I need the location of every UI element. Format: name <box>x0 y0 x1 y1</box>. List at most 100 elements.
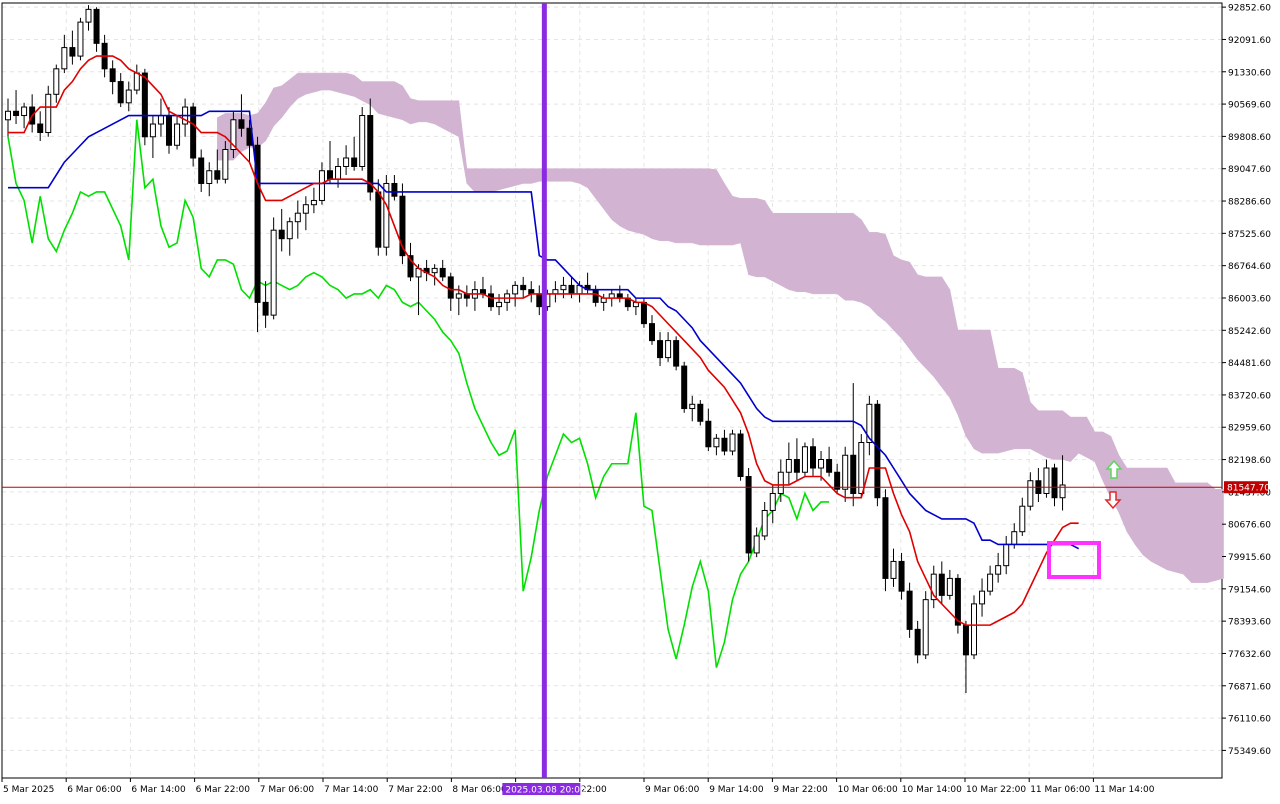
cloud-segment <box>1062 410 1071 462</box>
candle-body <box>166 115 172 146</box>
time-tick-label: 10 Mar 22:00 <box>966 785 1026 795</box>
cloud-segment <box>748 198 757 278</box>
price-tick-label: 76110.60 <box>1228 715 1271 725</box>
cloud-segment <box>450 100 460 138</box>
cloud-segment <box>547 168 556 182</box>
cloud-segment <box>635 168 645 235</box>
cloud-segment <box>659 168 669 242</box>
marker-date-label: 2025.03.08 20:00 <box>505 786 586 796</box>
cloud-segment <box>788 212 798 293</box>
cloud-segment <box>812 212 822 295</box>
candle-body <box>874 403 881 499</box>
cloud-segment <box>1038 410 1047 458</box>
cloud-segment <box>692 168 701 246</box>
candle-body <box>286 221 293 240</box>
cloud-segment <box>700 168 709 246</box>
candle-body <box>512 284 519 295</box>
cloud-segment <box>732 195 741 246</box>
candle-body <box>335 165 342 180</box>
candle-body <box>745 475 752 554</box>
candle-body <box>673 340 680 367</box>
candle-body <box>85 8 92 23</box>
candle-body <box>310 199 317 206</box>
cloud-segment <box>305 72 315 95</box>
candle-body <box>488 293 494 308</box>
candle-body <box>665 340 672 359</box>
cloud-segment <box>893 255 902 340</box>
candle-body <box>649 323 655 342</box>
price-tick-label: 80676.60 <box>1228 521 1271 531</box>
cloud-segment <box>764 199 773 282</box>
candle-body <box>109 68 116 83</box>
candle-body <box>93 8 100 44</box>
time-tick-label: 5 Mar 2025 <box>3 785 54 795</box>
candle-body <box>13 110 20 117</box>
cloud-segment <box>434 100 443 129</box>
cloud-segment <box>853 212 862 303</box>
candle-body <box>278 229 285 240</box>
cloud-segment <box>675 168 685 244</box>
price-tick-label: 90569.60 <box>1228 101 1271 111</box>
candle-body <box>826 459 833 473</box>
time-tick-label: 11 Mar 14:00 <box>1094 785 1154 795</box>
candle-body <box>801 446 808 473</box>
price-tick-label: 75349.60 <box>1228 747 1271 757</box>
cloud-segment <box>965 329 975 450</box>
candle-body <box>77 21 84 57</box>
candle-body <box>713 437 720 448</box>
cloud-segment <box>1183 482 1192 584</box>
cloud-segment <box>563 168 572 182</box>
candle-body <box>37 123 44 134</box>
candle-body <box>149 123 156 138</box>
candle-body <box>455 293 462 299</box>
candle-body <box>21 106 28 117</box>
time-tick-label: 9 Mar 06:00 <box>645 785 700 795</box>
candle-body <box>206 170 213 184</box>
candle-body <box>657 340 664 359</box>
candle-body <box>536 293 543 308</box>
cloud-segment <box>1046 410 1055 460</box>
cloud-segment <box>337 72 347 95</box>
cloud-segment <box>981 329 991 454</box>
candle-body <box>222 149 229 180</box>
cloud-segment <box>780 212 790 291</box>
candle-body <box>810 446 816 469</box>
candle-body <box>1043 467 1050 494</box>
candle-body <box>922 599 929 656</box>
candle-body <box>496 301 503 308</box>
cloud-segment <box>1207 482 1216 583</box>
price-tick-label: 82959.60 <box>1228 424 1271 434</box>
candle-body <box>761 509 768 537</box>
candle-body <box>737 433 744 477</box>
cloud-segment <box>1030 401 1039 454</box>
cloud-segment <box>394 81 403 121</box>
price-tick-label: 79154.60 <box>1228 585 1271 595</box>
cloud-segment <box>1142 467 1152 562</box>
candle-body <box>327 170 333 180</box>
candle-body <box>979 590 986 605</box>
price-tick-label: 86764.60 <box>1228 262 1271 272</box>
cloud-segment <box>297 72 307 99</box>
price-tick-label: 76871.60 <box>1228 682 1271 692</box>
candle-body <box>906 590 913 630</box>
candle-body <box>447 276 454 299</box>
chart-container[interactable]: 75349.60 76110.60 76871.60 77632.60 78393.60… <box>0 0 1280 800</box>
cloud-segment <box>361 81 371 106</box>
candle-body <box>520 284 527 291</box>
price-tick-label: 77632.60 <box>1228 650 1271 660</box>
cloud-segment <box>1078 416 1087 458</box>
time-tick-label: 7 Mar 14:00 <box>324 785 379 795</box>
cloud-segment <box>869 232 878 316</box>
time-tick-label: 6 Mar 22:00 <box>196 785 251 795</box>
price-tick-label: 85242.60 <box>1228 327 1271 337</box>
candle-body <box>294 212 301 223</box>
ichimoku-chart[interactable]: 75349.60 76110.60 76871.60 77632.60 78393.60… <box>0 0 1280 800</box>
candle-body <box>834 471 841 490</box>
cloud-segment <box>514 168 524 186</box>
price-tick-label: 89047.60 <box>1228 165 1271 175</box>
candle-body <box>53 68 60 95</box>
candle-body <box>1011 531 1018 545</box>
candle-body <box>214 170 221 180</box>
cloud-segment <box>506 168 516 189</box>
cloud-segment <box>1150 467 1160 567</box>
